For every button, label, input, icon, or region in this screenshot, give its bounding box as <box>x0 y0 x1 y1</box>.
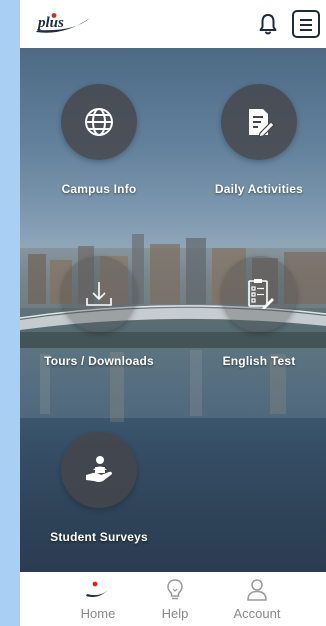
nav-item-help[interactable]: Help <box>135 578 215 621</box>
nav-label: Home <box>80 606 116 621</box>
bell-icon[interactable] <box>258 13 278 35</box>
nav-item-account[interactable]: Account <box>217 578 297 621</box>
nav-label: Help <box>161 606 189 621</box>
menu-button[interactable] <box>292 10 320 38</box>
bottom-nav: Home Help Account <box>20 572 326 626</box>
nav-item-home[interactable]: Home <box>58 578 138 621</box>
tile-english-test[interactable]: English Test <box>184 256 326 368</box>
lightbulb-icon <box>167 579 183 600</box>
menu-icon <box>300 19 312 21</box>
tile-label: Daily Activities <box>214 182 304 196</box>
edit-document-icon <box>249 109 275 138</box>
tile-label: Student Surveys <box>50 530 148 544</box>
user-icon <box>247 579 267 601</box>
app-screen: plus Campus Info Daily Activities Tours … <box>20 0 326 626</box>
logo-text: plus <box>36 15 64 31</box>
nav-label: Account <box>233 606 281 621</box>
test-sheet-icon <box>248 279 274 309</box>
tile-daily-activities[interactable]: Daily Activities <box>184 84 326 196</box>
top-bar: plus <box>20 0 326 48</box>
plus-logo[interactable]: plus <box>34 12 94 36</box>
tile-label: Tours / Downloads <box>44 354 154 368</box>
download-icon <box>86 282 112 306</box>
hero-background: Campus Info Daily Activities Tours / Dow… <box>20 48 326 572</box>
globe-icon <box>85 108 113 136</box>
plus-swoosh-icon <box>86 581 110 597</box>
tile-student-surveys[interactable]: Student Surveys <box>24 432 174 544</box>
tile-label: English Test <box>222 354 296 368</box>
tile-tours-downloads[interactable]: Tours / Downloads <box>24 256 174 368</box>
tile-label: Campus Info <box>61 182 137 196</box>
tile-campus-info[interactable]: Campus Info <box>24 84 174 196</box>
survey-hand-icon <box>86 456 112 482</box>
